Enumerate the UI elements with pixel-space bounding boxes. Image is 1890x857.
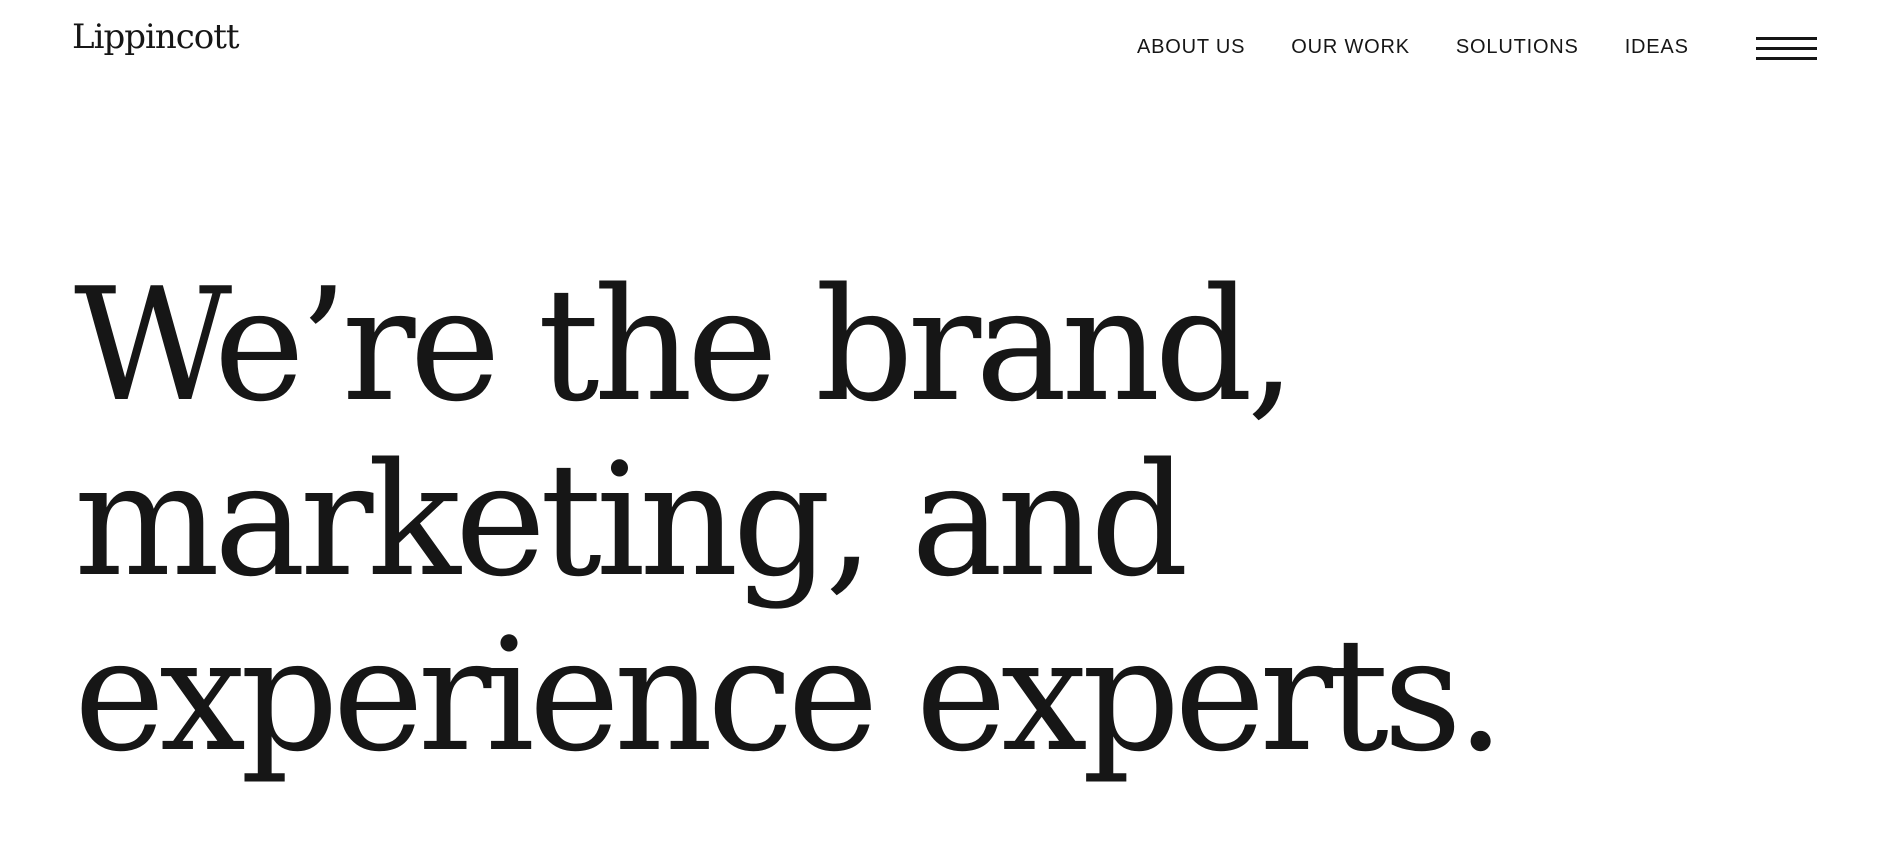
- hamburger-menu-icon[interactable]: [1756, 37, 1817, 61]
- nav-about-us[interactable]: ABOUT US: [1137, 37, 1245, 57]
- nav-our-work[interactable]: OUR WORK: [1291, 37, 1410, 57]
- menu-bar-top: [1756, 37, 1817, 40]
- hero-headline-line-2: marketing, and: [74, 429, 1189, 611]
- menu-bar-middle: [1756, 47, 1817, 50]
- hero-headline: We’re the brand, marketing, and experien…: [74, 258, 1574, 783]
- nav-solutions[interactable]: SOLUTIONS: [1456, 37, 1579, 57]
- hero-headline-line-1: We’re the brand,: [74, 254, 1296, 436]
- logo[interactable]: Lippincott: [72, 20, 240, 54]
- main-nav: ABOUT US OUR WORK SOLUTIONS IDEAS: [1137, 37, 1689, 57]
- nav-ideas[interactable]: IDEAS: [1625, 37, 1689, 57]
- hero-headline-line-3: experience experts.: [74, 604, 1505, 786]
- menu-bar-bottom: [1756, 57, 1817, 60]
- site-header: Lippincott ABOUT US OUR WORK SOLUTIONS I…: [0, 0, 1890, 100]
- hero-section: We’re the brand, marketing, and experien…: [74, 258, 1574, 783]
